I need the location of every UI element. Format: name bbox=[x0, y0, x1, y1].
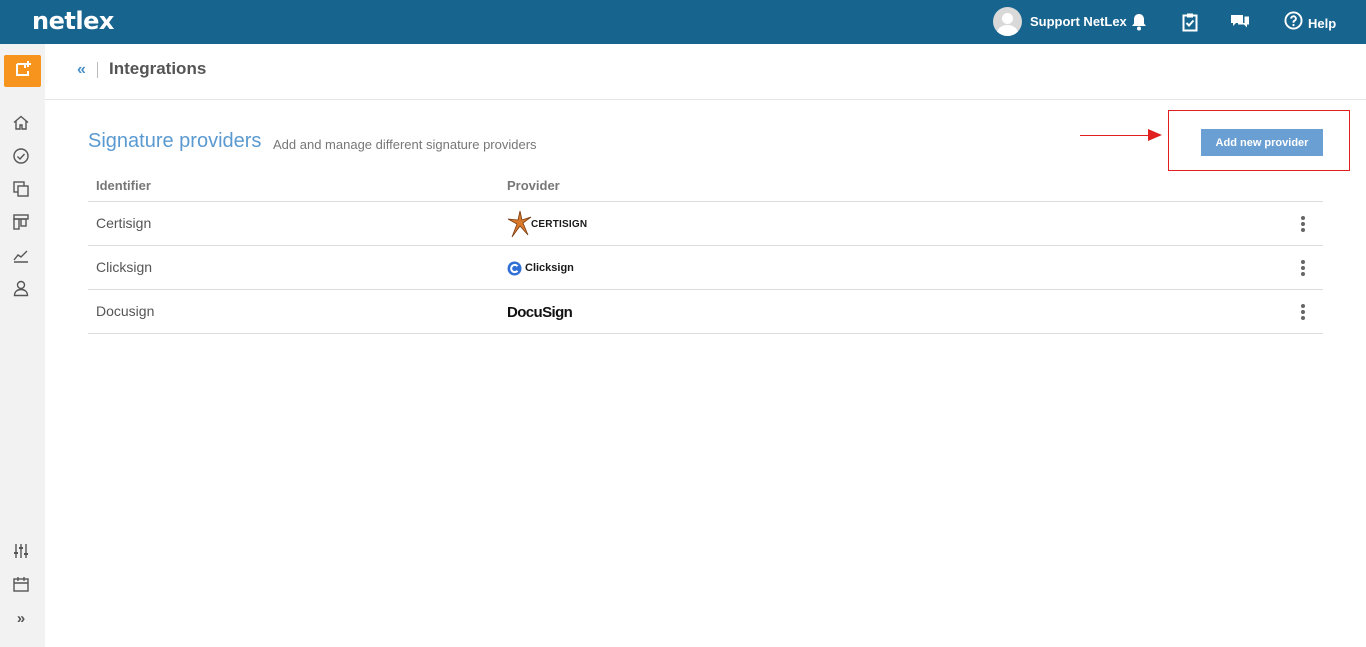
clicksign-logo: Clicksign bbox=[507, 252, 574, 284]
netlex-logo[interactable]: netlex bbox=[32, 7, 114, 35]
add-new-provider-button[interactable]: Add new provider bbox=[1201, 129, 1323, 156]
row-actions-menu[interactable] bbox=[1296, 302, 1310, 322]
clicksign-c-icon bbox=[507, 261, 522, 275]
avatar bbox=[993, 7, 1022, 36]
table-header: Identifier Provider bbox=[88, 170, 1323, 202]
bell-icon[interactable] bbox=[1127, 10, 1151, 34]
help-button[interactable]: Help bbox=[1284, 11, 1336, 35]
certisign-logo: CERTISIGN bbox=[507, 208, 587, 240]
certisign-star-icon bbox=[507, 210, 532, 238]
chat-icon[interactable] bbox=[1228, 10, 1252, 34]
identifier-cell: Clicksign bbox=[96, 259, 153, 275]
annotation-arrow-line bbox=[1080, 135, 1152, 136]
section-subtitle: Add and manage different signature provi… bbox=[273, 137, 537, 152]
annotation-arrow-head bbox=[1148, 129, 1162, 141]
page-title: Integrations bbox=[109, 59, 207, 78]
documents-icon[interactable] bbox=[11, 179, 31, 199]
top-bar: netlex Support NetLex Help bbox=[0, 0, 1366, 44]
home-icon[interactable] bbox=[11, 113, 31, 133]
user-name: Support NetLex bbox=[1030, 14, 1127, 29]
providers-table: Identifier Provider Certisign CERTISIGN … bbox=[88, 170, 1323, 334]
settings-sliders-icon[interactable] bbox=[11, 541, 31, 561]
chart-icon[interactable] bbox=[11, 245, 31, 265]
kanban-icon[interactable] bbox=[11, 212, 31, 232]
column-header-provider[interactable]: Provider bbox=[507, 178, 560, 193]
table-row[interactable]: Certisign CERTISIGN bbox=[88, 202, 1323, 246]
new-item-button[interactable] bbox=[4, 55, 41, 87]
calendar-icon[interactable] bbox=[11, 574, 31, 594]
dashboard-icon[interactable] bbox=[11, 146, 31, 166]
clipboard-check-icon[interactable] bbox=[1178, 10, 1202, 34]
new-item-icon bbox=[14, 60, 32, 83]
user-menu[interactable]: Support NetLex bbox=[993, 7, 1127, 36]
docusign-logo: DocuSign bbox=[507, 303, 573, 321]
page-header: « Integrations bbox=[45, 44, 1366, 100]
section-title: Signature providers bbox=[88, 130, 262, 152]
help-circle-icon bbox=[1284, 11, 1303, 35]
table-row[interactable]: Clicksign Clicksign bbox=[88, 246, 1323, 290]
column-header-identifier[interactable]: Identifier bbox=[96, 178, 151, 193]
identifier-cell: Certisign bbox=[96, 215, 152, 231]
user-icon[interactable] bbox=[11, 278, 31, 298]
left-sidebar: » bbox=[0, 44, 45, 647]
back-button[interactable]: « bbox=[77, 61, 86, 79]
row-actions-menu[interactable] bbox=[1296, 258, 1310, 278]
expand-icon[interactable]: » bbox=[11, 608, 31, 628]
identifier-cell: Docusign bbox=[96, 303, 155, 319]
table-row[interactable]: Docusign DocuSign bbox=[88, 290, 1323, 334]
row-actions-menu[interactable] bbox=[1296, 214, 1310, 234]
header-separator bbox=[97, 62, 98, 78]
help-label: Help bbox=[1308, 15, 1337, 31]
